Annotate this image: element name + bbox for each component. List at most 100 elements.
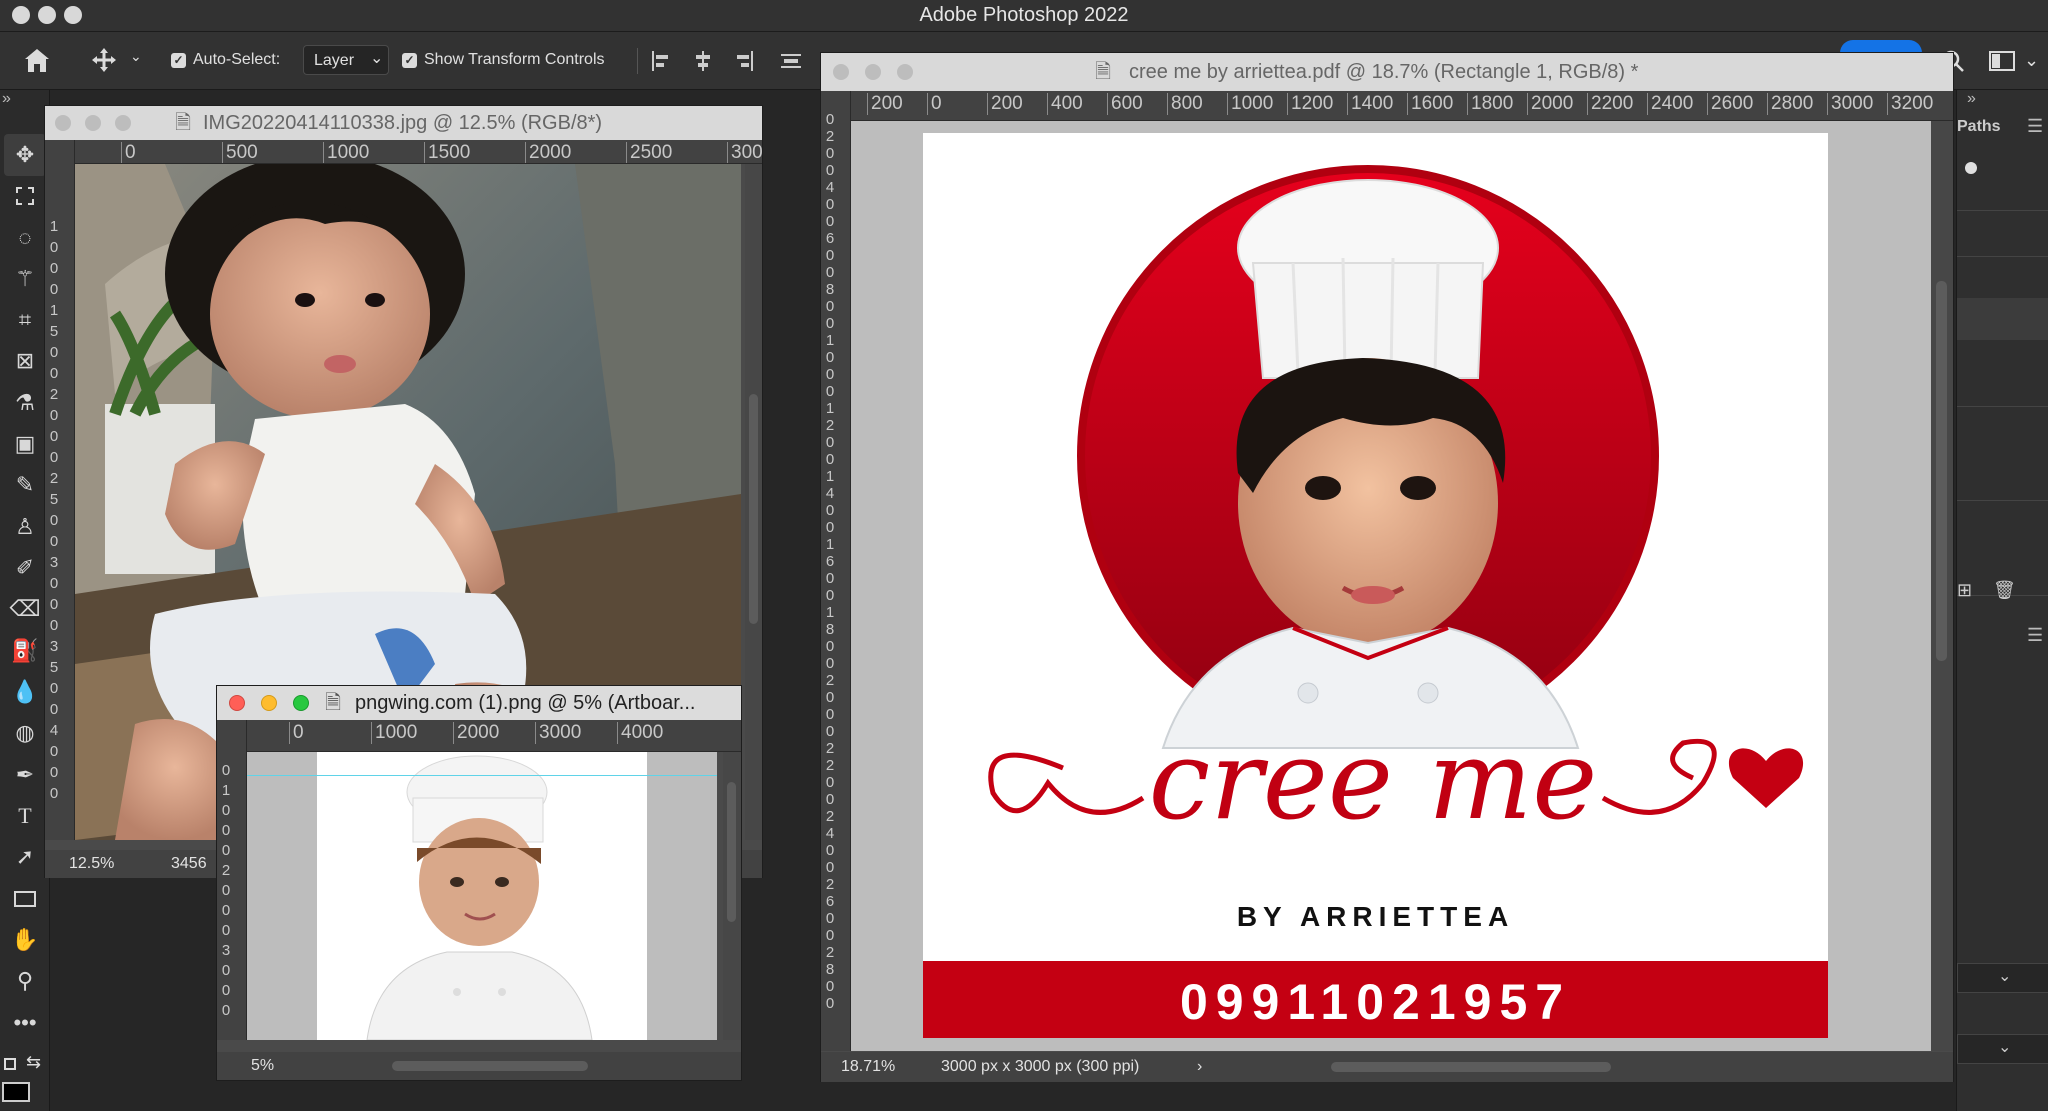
artboard[interactable] — [317, 752, 647, 1040]
zoom-level[interactable]: 12.5% — [69, 850, 114, 878]
window-title-bar[interactable]: 🗎 pngwing.com (1).png @ 5% (Artboar... — [217, 686, 741, 720]
hand-icon[interactable]: ✋ — [8, 923, 42, 957]
ruler-tick-label: 0 — [825, 434, 835, 451]
foreground-color-swatch[interactable] — [2, 1082, 30, 1102]
png-canvas[interactable] — [247, 752, 717, 1040]
frame-icon[interactable]: ⊠ — [8, 344, 42, 378]
horizontal-scrollbar-thumb[interactable] — [1331, 1062, 1611, 1072]
path-select-icon[interactable]: ➚ — [8, 840, 42, 874]
crop-icon[interactable]: ⌗ — [8, 303, 42, 337]
divider — [1957, 406, 2048, 407]
png-document-window[interactable]: 🗎 pngwing.com (1).png @ 5% (Artboar... 0… — [216, 685, 742, 1081]
minimize-window-button[interactable] — [865, 64, 881, 80]
collapse-panel-icon[interactable]: » — [1967, 90, 1976, 108]
ruler-tick-label: 1 — [825, 332, 835, 349]
type-icon[interactable]: T — [8, 799, 42, 833]
scrollbar-thumb[interactable] — [1936, 281, 1947, 661]
horizontal-scrollbar-thumb[interactable] — [392, 1061, 588, 1071]
ruler-tick-label: 2 — [825, 757, 835, 774]
ruler-tick-label: 2000 — [1527, 93, 1573, 115]
trash-icon[interactable]: 🗑 — [1993, 580, 2016, 601]
scrollbar-thumb[interactable] — [749, 394, 758, 624]
window-title-bar[interactable]: 🗎 cree me by arriettea.pdf @ 18.7% (Rect… — [821, 53, 1953, 91]
ruler-tick-label: 0 — [825, 791, 835, 808]
ruler-tick-label: 0 — [49, 407, 59, 424]
scrollbar-thumb[interactable] — [727, 782, 736, 922]
title-bar: Adobe Photoshop 2022 — [0, 0, 2048, 32]
blur-icon[interactable]: 💧 — [8, 675, 42, 709]
eraser-icon[interactable]: ⌫ — [8, 592, 42, 626]
ruler-tick-label: 0 — [825, 570, 835, 587]
paths-tab[interactable]: Paths — [1957, 118, 2001, 136]
vertical-scrollbar[interactable] — [1931, 121, 1953, 1051]
pdf-canvas[interactable]: cree me BY ARRIETTEA 09911021957 — [851, 121, 1931, 1051]
panel-menu-icon[interactable]: ☰ — [2027, 625, 2043, 646]
ruler-tick-label: 0 — [825, 927, 835, 944]
align-right-icon[interactable] — [733, 50, 755, 72]
document-info[interactable]: 3000 px x 3000 px (300 ppi) — [941, 1052, 1139, 1082]
marquee-icon[interactable] — [8, 179, 42, 213]
close-window-button[interactable] — [55, 115, 71, 131]
workspace-icon[interactable] — [1988, 48, 2016, 74]
auto-select-dropdown[interactable]: Layer ⌄ — [303, 45, 389, 75]
ruler-tick-label: 1 — [825, 468, 835, 485]
new-path-icon[interactable]: ⊞ — [1957, 580, 1972, 601]
lasso-icon[interactable]: ◌ — [8, 221, 42, 255]
pen-icon[interactable]: ✒ — [8, 758, 42, 792]
properties-dropdown[interactable]: ⌄ — [1957, 1034, 2048, 1064]
show-transform-checkbox[interactable]: ✓ — [402, 53, 417, 68]
ruler-tick-label: 0 — [825, 587, 835, 604]
zoom-window-button[interactable] — [293, 695, 309, 711]
brush-icon[interactable]: ✎ — [8, 468, 42, 502]
minimize-window-button[interactable] — [261, 695, 277, 711]
stamp-icon[interactable]: ♙ — [8, 510, 42, 544]
window-title-bar[interactable]: 🗎 IMG20220414110338.jpg @ 12.5% (RGB/8*) — [45, 106, 762, 140]
ruler-tick-label: 0 — [221, 802, 231, 819]
path-row-selected[interactable] — [1957, 298, 2048, 340]
horizontal-ruler: 0 500 1000 1500 2000 2500 3000 — [75, 140, 762, 164]
guide-line[interactable] — [247, 775, 717, 776]
zoom-window-button[interactable] — [115, 115, 131, 131]
rectangle-icon[interactable] — [8, 882, 42, 916]
slider-knob[interactable] — [1965, 162, 1977, 174]
status-bar: 5% — [217, 1052, 741, 1080]
align-center-icon[interactable] — [692, 50, 714, 72]
align-left-icon[interactable] — [650, 50, 672, 72]
close-window-button[interactable] — [833, 64, 849, 80]
auto-select-checkbox[interactable]: ✓ — [171, 53, 186, 68]
document-info[interactable]: 3456 — [171, 850, 207, 878]
ruler-tick-label: 2500 — [626, 142, 672, 163]
artboard[interactable]: cree me BY ARRIETTEA 09911021957 — [923, 133, 1828, 1038]
ruler-tick-label: 0 — [825, 502, 835, 519]
chevron-right-icon[interactable]: › — [1197, 1052, 1202, 1082]
default-colors-icon[interactable] — [4, 1058, 16, 1070]
close-window-button[interactable] — [229, 695, 245, 711]
minimize-window-button[interactable] — [85, 115, 101, 131]
zoom-icon[interactable]: ⚲ — [8, 964, 42, 998]
distribute-icon[interactable] — [780, 50, 802, 72]
home-icon[interactable] — [22, 46, 52, 74]
paint-bucket-icon[interactable]: ⛽ — [8, 634, 42, 668]
zoom-level[interactable]: 18.71% — [841, 1052, 895, 1082]
auto-select-value: Layer — [314, 52, 355, 69]
expand-panel-icon[interactable]: » — [2, 90, 11, 108]
ruler-tick-label: 0 — [825, 638, 835, 655]
healing-icon[interactable]: ▣ — [8, 427, 42, 461]
zoom-window-button[interactable] — [897, 64, 913, 80]
dodge-icon[interactable]: ◍ — [8, 716, 42, 750]
swap-colors-icon[interactable]: ⇆ — [26, 1052, 41, 1073]
chevron-down-icon[interactable]: ⌄ — [2024, 50, 2039, 71]
properties-dropdown[interactable]: ⌄ — [1957, 963, 2048, 993]
pdf-document-window[interactable]: 🗎 cree me by arriettea.pdf @ 18.7% (Rect… — [820, 52, 1954, 1082]
magic-wand-icon[interactable]: ⚚ — [8, 262, 42, 296]
move-icon[interactable]: ✥ — [8, 138, 42, 172]
history-brush-icon[interactable]: ✐ — [8, 551, 42, 585]
vertical-scrollbar[interactable] — [723, 752, 741, 1040]
zoom-level[interactable]: 5% — [251, 1052, 274, 1080]
tool-preset-picker[interactable]: ⌄ — [72, 42, 152, 78]
more-icon[interactable]: ••• — [8, 1006, 42, 1040]
eyedropper-icon[interactable]: ⚗ — [8, 386, 42, 420]
panel-menu-icon[interactable]: ☰ — [2027, 116, 2043, 137]
ruler-tick-label: 2 — [825, 808, 835, 825]
vertical-scrollbar[interactable] — [745, 164, 762, 840]
